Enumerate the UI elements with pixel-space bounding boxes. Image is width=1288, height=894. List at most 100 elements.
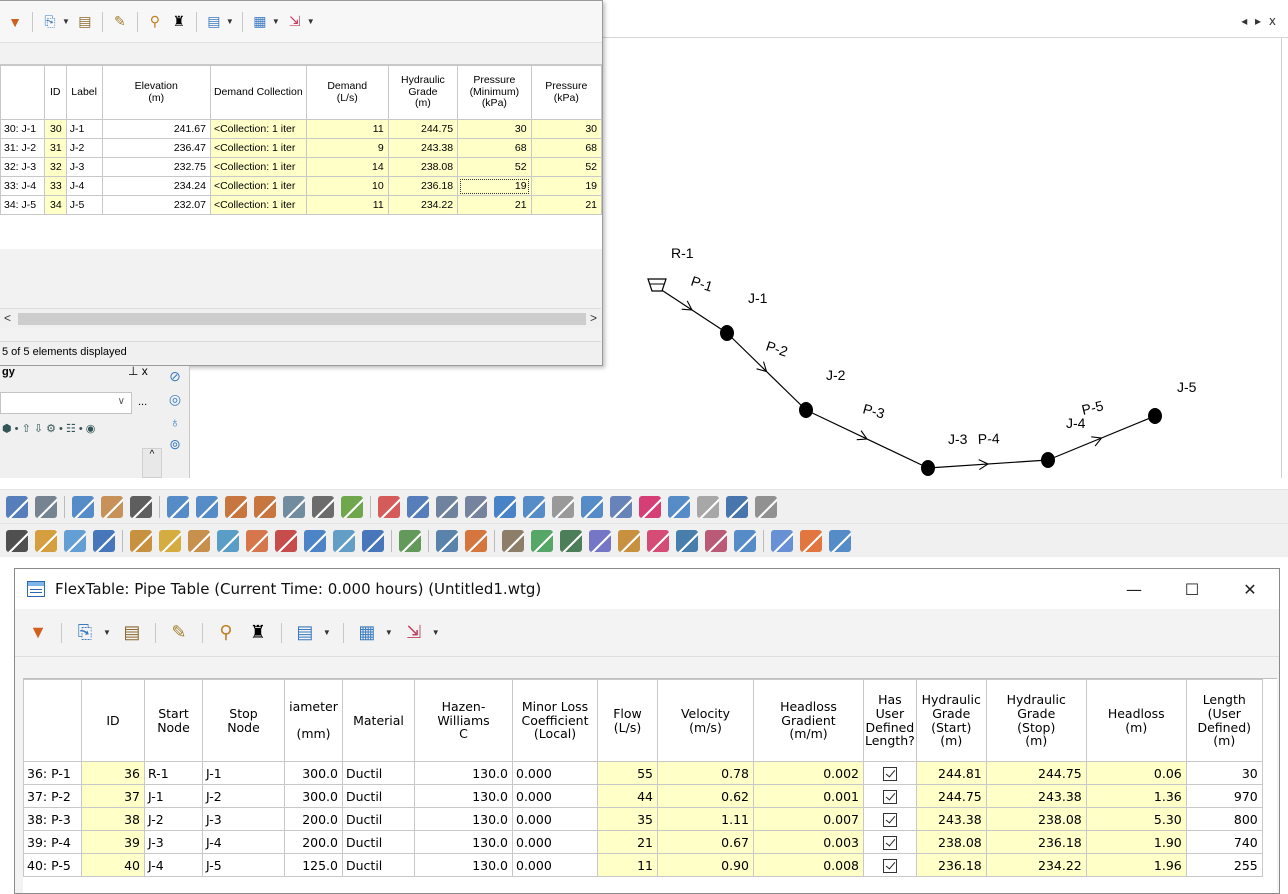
table-cell[interactable]: 36 [81,761,145,785]
table-cell[interactable]: 1.90 [1085,830,1187,854]
pipe-line[interactable] [1047,415,1156,461]
junction-node[interactable] [1041,452,1055,468]
table-cell[interactable]: J-3 [65,157,103,177]
find-icon[interactable]: ♜ [247,622,269,644]
table-cell[interactable]: 0.000 [512,761,598,785]
table-row[interactable]: 30: J-1 30 J-1 241.67 <Collection: 1 iter 11 2… [0,119,602,139]
table-cell[interactable]: 0.000 [512,784,598,808]
table-cell[interactable]: 55 [597,761,658,785]
table-cell[interactable]: 0.06 [1085,761,1187,785]
table-cell[interactable]: 236.18 [985,830,1087,854]
table-row[interactable]: 32: J-3 32 J-3 232.75 <Collection: 1 iter 14 2… [0,157,602,177]
table-cell[interactable]: 0.001 [753,784,864,808]
table-cell[interactable]: 30 [43,119,67,139]
toolbar-tool-icon[interactable] [610,495,632,518]
table-cell[interactable]: J-4 [202,830,285,854]
table-row[interactable]: 31: J-2 31 J-2 236.47 <Collection: 1 iter 9 24… [0,138,602,158]
table-cell[interactable]: 238.08 [387,157,459,177]
table-cell[interactable]: 34: J-5 [0,195,45,215]
column-header[interactable]: Start Node [144,679,203,762]
has-user-length-checkbox[interactable] [863,853,917,877]
toolbar-tool-icon[interactable] [407,495,429,518]
toolbar-tool-icon[interactable] [6,529,28,552]
panel-combo-box[interactable]: ∨ [0,392,132,414]
vertical-tool-icon[interactable]: ◎ [169,391,181,408]
table-cell[interactable]: 236.47 [101,138,211,158]
vertical-tool-icon[interactable]: ♁ [170,414,181,430]
table-cell[interactable]: 31 [43,138,67,158]
table-cell[interactable]: 244.75 [915,784,987,808]
toolbar-tool-icon[interactable] [755,495,777,518]
table-cell[interactable]: 300.0 [284,761,343,785]
export-icon[interactable]: ▼ [27,622,49,644]
maximize-button[interactable]: ☐ [1163,569,1221,609]
toolbar-tool-icon[interactable] [72,495,94,518]
edit-icon[interactable]: ✎ [168,622,190,644]
table-cell[interactable]: 19 [530,176,602,196]
zoom-icon[interactable]: ⚲ [146,13,164,31]
table-cell[interactable]: 130.0 [414,853,513,877]
table-cell[interactable]: 52 [530,157,602,177]
table-cell[interactable]: 243.38 [915,807,987,831]
table-cell[interactable]: 234.22 [387,195,459,215]
table-cell[interactable]: 21 [597,830,658,854]
column-header[interactable]: ID [81,679,145,762]
table-cell[interactable]: 1.96 [1085,853,1187,877]
table-row[interactable]: 36: P-1 36 R-1 J-1 300.0 Ductil 130.0 0.000 55 0.… [23,761,1263,785]
table-cell[interactable]: 30 [530,119,602,139]
scroll-left-arrow-icon[interactable]: < [4,311,11,325]
reservoir-icon[interactable] [647,278,667,292]
column-header[interactable] [0,65,45,120]
table-cell[interactable]: J-2 [65,138,103,158]
find-icon[interactable]: ♜ [170,13,188,31]
table-cell[interactable]: J-1 [202,761,285,785]
toolbar-tool-icon[interactable] [436,529,458,552]
toolbar-tool-icon[interactable] [35,495,57,518]
junction-node[interactable] [1148,408,1162,424]
table-cell[interactable]: Ductil [342,784,415,808]
toolbar-tool-icon[interactable] [6,495,28,518]
toolbar-tool-icon[interactable] [254,495,276,518]
copy-dropdown-icon[interactable]: ▼ [62,17,70,26]
table-row[interactable]: 39: P-4 39 J-3 J-4 200.0 Ductil 130.0 0.000 21 0.… [23,830,1263,854]
scroll-right-arrow-icon[interactable]: > [590,311,597,325]
toolbar-tool-icon[interactable] [283,495,305,518]
column-header[interactable]: Minor Loss Coefficient (Local) [512,679,598,762]
toolbar-tool-icon[interactable] [188,529,210,552]
table-cell[interactable]: J-3 [202,807,285,831]
toolbar-tool-icon[interactable] [101,495,123,518]
toolbar-tool-icon[interactable] [531,529,553,552]
table-cell[interactable]: J-4 [65,176,103,196]
more-button[interactable]: ... [138,396,147,408]
column-header[interactable]: iameter (mm) [284,679,343,762]
toolbar-tool-icon[interactable] [647,529,669,552]
toolbar-tool-icon[interactable] [130,529,152,552]
toolbar-tool-icon[interactable] [378,495,400,518]
table-cell[interactable]: 234.24 [101,176,211,196]
column-header[interactable]: Flow (L/s) [597,679,658,762]
close-button[interactable]: ✕ [1221,569,1279,609]
window-titlebar[interactable]: FlexTable: Pipe Table (Current Time: 0.0… [15,569,1279,609]
table-cell[interactable]: 130.0 [414,807,513,831]
toolbar-tool-icon[interactable] [639,495,661,518]
has-user-length-checkbox[interactable] [863,807,917,831]
table-cell[interactable]: J-1 [65,119,103,139]
toolbar-tool-icon[interactable] [362,529,384,552]
toolbar-tool-icon[interactable] [589,529,611,552]
toolbar-tool-icon[interactable] [159,529,181,552]
table-cell[interactable]: J-1 [144,784,203,808]
checkbox-checked-icon[interactable] [882,766,897,781]
toolbar-tool-icon[interactable] [560,529,582,552]
has-user-length-checkbox[interactable] [863,784,917,808]
toolbar-tool-icon[interactable] [341,495,363,518]
column-header[interactable]: Elevation (m) [101,65,211,120]
table-cell[interactable]: 130.0 [414,761,513,785]
column-header[interactable]: Material [342,679,415,762]
table-cell[interactable]: 0.90 [657,853,754,877]
junction-node[interactable] [720,325,734,341]
table-cell[interactable]: 39 [81,830,145,854]
column-header[interactable]: Headloss Gradient (m/m) [753,679,864,762]
column-header[interactable]: Hydraulic Grade (m) [387,65,459,120]
panel-toolbar-icons[interactable]: ⬢ • ⇧ ⇩ ⚙ • ☷ • ◉ [2,422,95,435]
toolbar-tool-icon[interactable] [523,495,545,518]
